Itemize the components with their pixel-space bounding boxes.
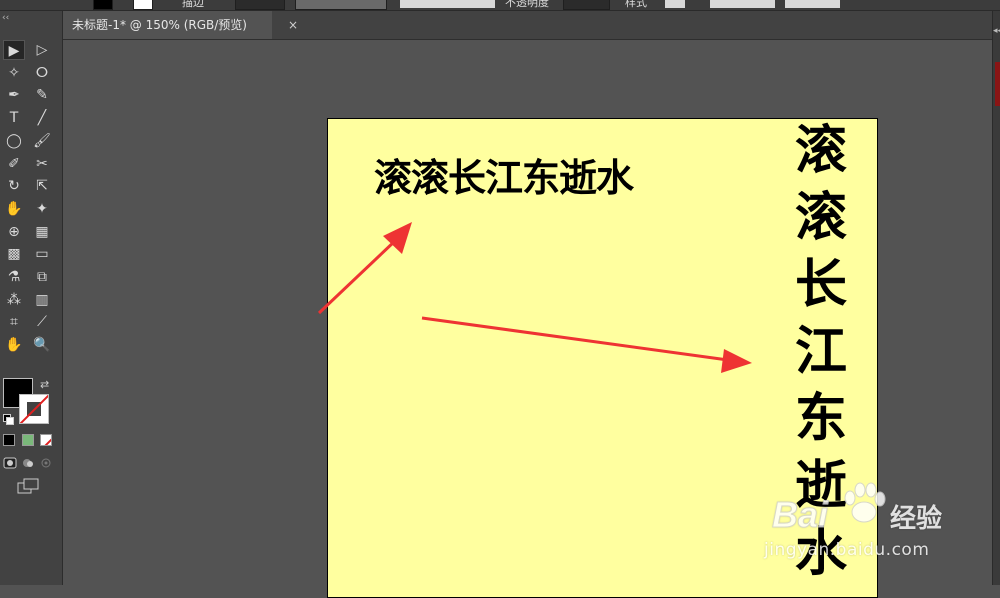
fill-color-control[interactable] (93, 0, 113, 10)
opacity-field[interactable] (563, 0, 610, 10)
watermark-brand: Bai (771, 494, 829, 536)
stroke-color-control[interactable] (133, 0, 153, 10)
control-bar: 描边 不透明度 样式 (0, 0, 1000, 11)
screen-mode-icon[interactable] (17, 478, 39, 494)
artboard-tool[interactable]: ⌗ (3, 312, 25, 332)
brush-definition[interactable] (400, 0, 495, 8)
magic-wand-tool[interactable]: ✧ (3, 63, 25, 83)
baidu-watermark: Bai 经验 jingyan.baidu.com (760, 480, 996, 580)
selection-tool[interactable]: ▶ (3, 40, 25, 60)
scale-tool[interactable]: ⇱ (31, 176, 53, 196)
document-setup-button[interactable] (710, 0, 775, 8)
stroke-weight-field[interactable] (235, 0, 285, 10)
close-tab-icon[interactable]: × (288, 16, 298, 34)
lasso-tool[interactable]: ⵔ (31, 63, 53, 83)
puppet-warp-tool[interactable]: ✦ (31, 199, 53, 219)
line-segment-tool[interactable]: ╱ (31, 108, 53, 128)
style-label[interactable]: 样式 (625, 0, 647, 9)
draw-inside-icon[interactable] (39, 457, 53, 469)
panel-expand-icon[interactable]: ◂◂ (993, 26, 1000, 36)
curvature-tool[interactable]: ✎ (31, 85, 53, 105)
eyedropper-tool[interactable]: ⚗ (3, 267, 25, 287)
gradient-mode-button[interactable] (22, 434, 34, 446)
zoom-tool[interactable]: 🔍 (31, 335, 53, 355)
document-tab[interactable]: 未标题-1* @ 150% (RGB/预览) (62, 11, 272, 39)
perspective-grid-tool[interactable]: ▦ (31, 222, 53, 242)
default-colors-icon[interactable] (3, 414, 14, 425)
baidu-paw-icon (844, 482, 886, 523)
none-mode-button[interactable] (40, 434, 52, 446)
slice-tool[interactable]: ⟋ (31, 312, 53, 332)
swap-fill-stroke-icon[interactable]: ⇄ (40, 378, 49, 391)
shape-builder-tool[interactable]: ⊕ (3, 222, 25, 242)
gradient-tool[interactable]: ▭ (31, 244, 53, 264)
hand-tool[interactable]: ✋ (3, 335, 25, 355)
watermark-suffix: 经验 (890, 504, 943, 534)
rotate-tool[interactable]: ↻ (3, 176, 25, 196)
mesh-tool[interactable]: ▩ (3, 244, 25, 264)
draw-normal-icon[interactable] (3, 457, 17, 469)
preferences-button[interactable] (785, 0, 840, 8)
scissors-tool[interactable]: ✂ (31, 154, 53, 174)
stroke-label[interactable]: 描边 (182, 0, 204, 9)
type-tool[interactable]: T (3, 108, 25, 128)
ellipse-tool[interactable]: ◯ (3, 131, 25, 151)
none-slash-icon (44, 438, 51, 445)
symbol-sprayer-tool[interactable]: ⁂ (3, 290, 25, 310)
blend-tool[interactable]: ⧉ (31, 267, 53, 287)
stroke-swatch[interactable] (19, 394, 49, 424)
variable-width-profile[interactable] (295, 0, 387, 10)
panel-collapse-icon[interactable]: ‹‹ (2, 13, 9, 23)
paintbrush-tool[interactable]: 🖌 (31, 131, 53, 151)
draw-behind-icon[interactable] (21, 457, 35, 469)
warp-tool[interactable]: ✋ (3, 199, 25, 219)
style-swatch[interactable] (665, 0, 685, 8)
color-mode-button[interactable] (3, 434, 15, 446)
horizontal-text-object[interactable]: 滚滚长江东逝水 (374, 147, 634, 202)
panel-thumbnail[interactable] (995, 62, 1000, 106)
document-tab-bar: 未标题-1* @ 150% (RGB/预览) × (62, 11, 1000, 40)
pen-tool[interactable]: ✒ (3, 85, 25, 105)
watermark-url: jingyan.baidu.com (764, 540, 930, 560)
opacity-label[interactable]: 不透明度 (505, 0, 549, 9)
shaper-tool[interactable]: ✐ (3, 154, 25, 174)
direct-selection-tool[interactable]: ▷ (31, 40, 53, 60)
column-graph-tool[interactable]: ▥ (31, 290, 53, 310)
